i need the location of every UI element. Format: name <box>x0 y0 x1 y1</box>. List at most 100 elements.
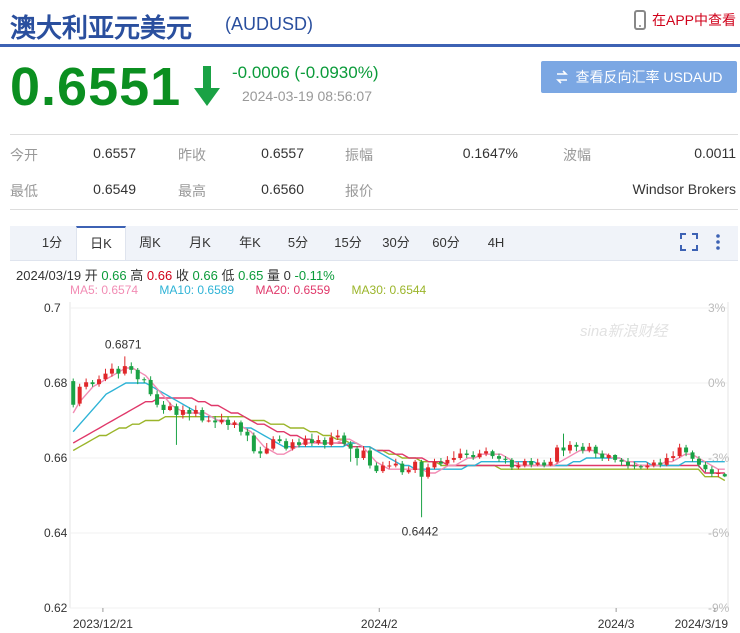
candle-body <box>116 368 121 374</box>
candle-body <box>496 456 501 459</box>
stat-value: 0.6557 <box>93 145 136 161</box>
close-label: 收 <box>175 268 189 283</box>
candle-body <box>632 465 637 467</box>
quote-timestamp: 2024-03-19 08:56:07 <box>242 88 372 104</box>
candle-body <box>251 435 256 452</box>
volume-label: 量 <box>267 268 281 283</box>
candle-body <box>413 461 418 470</box>
candle-body <box>71 381 76 405</box>
more-options-icon[interactable] <box>714 233 722 256</box>
pct-tick-label: 3% <box>708 301 726 315</box>
candle-body <box>606 455 611 458</box>
candle-body <box>109 368 114 374</box>
candle-body <box>142 379 147 381</box>
pct-tick-label: 0% <box>708 376 726 390</box>
candle-body <box>90 382 95 385</box>
open-in-app-link[interactable]: 在APP中查看 <box>633 10 736 30</box>
candle-body <box>490 451 495 457</box>
x-tick-label: 2024/3/19 <box>675 617 729 631</box>
candle-body <box>135 369 140 380</box>
candle-body <box>696 458 701 465</box>
open-in-app-label: 在APP中查看 <box>651 12 736 28</box>
stat-label: 振幅 <box>345 147 373 163</box>
candlestick-chart[interactable]: 0.7 3% 0.68 0% 0.66 -3% 0.64 -6% 0.62 -9% sina新浪财经… <box>0 296 740 633</box>
tab-5min[interactable]: 5分 <box>280 226 316 260</box>
tab-daily[interactable]: 日K <box>76 226 126 260</box>
candle-body <box>387 465 392 467</box>
pct-tick-label: -6% <box>708 526 730 540</box>
tab-30min[interactable]: 30分 <box>376 226 416 260</box>
y-tick-label: 0.64 <box>44 526 68 540</box>
candle-body <box>77 386 82 404</box>
candle-body <box>509 459 514 468</box>
candle-body <box>555 447 560 462</box>
candle-body <box>155 394 160 405</box>
y-tick-label: 0.68 <box>44 376 68 390</box>
candle-body <box>148 380 153 395</box>
period-tabs: 1分 日K 周K 月K 年K 5分 15分 30分 60分 4H <box>10 226 738 261</box>
stat-label: 今开 <box>10 147 38 163</box>
candle-body <box>374 465 379 472</box>
stat-value: 0.6560 <box>261 181 304 197</box>
x-tick-label: 2024/2 <box>361 617 398 631</box>
quote-header: 澳大利亚元美元 (AUDUSD) 在APP中查看 <box>0 0 740 47</box>
tab-15min[interactable]: 15分 <box>328 226 368 260</box>
stat-label: 报价 <box>345 183 373 199</box>
candle-body <box>167 406 172 410</box>
candle-body <box>284 441 289 449</box>
candle-body <box>335 435 340 438</box>
tab-monthly[interactable]: 月K <box>180 226 220 260</box>
candle-body <box>226 419 231 425</box>
extreme-annotation: 0.6442 <box>402 524 439 538</box>
candle-body <box>535 462 540 465</box>
stat-label: 最低 <box>10 183 38 199</box>
open-value: 0.66 <box>101 268 127 283</box>
candle-body <box>348 443 353 449</box>
tab-4h[interactable]: 4H <box>478 226 514 260</box>
candle-body <box>645 465 650 468</box>
high-label: 高 <box>130 268 144 283</box>
reverse-rate-button[interactable]: 查看反向汇率 USDAUD <box>541 61 737 93</box>
down-arrow-icon <box>194 66 220 106</box>
candle-body <box>206 420 211 422</box>
candle-body <box>722 474 727 477</box>
instrument-code: (AUDUSD) <box>225 14 313 34</box>
candle-body <box>277 439 282 442</box>
reverse-rate-label: 查看反向汇率 USDAUD <box>575 69 723 85</box>
candle-body <box>367 450 372 466</box>
stat-value: 0.0011 <box>694 145 736 161</box>
candle-body <box>626 461 631 466</box>
candle-body <box>477 453 482 458</box>
candle-body <box>400 463 405 473</box>
tab-1min[interactable]: 1分 <box>32 226 72 260</box>
candle-body <box>297 442 302 445</box>
low-label: 低 <box>221 268 235 283</box>
candle-body <box>529 461 534 465</box>
tab-yearly[interactable]: 年K <box>230 226 270 260</box>
candle-body <box>290 442 295 449</box>
candle-body <box>258 451 263 454</box>
tab-60min[interactable]: 60分 <box>426 226 466 260</box>
ma5-line <box>72 367 725 474</box>
candle-body <box>458 453 463 458</box>
candle-body <box>322 440 327 445</box>
candle-body <box>445 459 450 464</box>
candle-body <box>174 406 179 415</box>
candle-body <box>671 456 676 458</box>
watermark-text: sina新浪财经 <box>580 323 670 340</box>
y-tick-label: 0.66 <box>44 451 68 465</box>
tab-weekly[interactable]: 周K <box>130 226 170 260</box>
candle-body <box>426 467 431 477</box>
candle-body <box>355 448 360 458</box>
candle-body <box>542 462 547 466</box>
candle-body <box>716 473 721 474</box>
broker-value: Windsor Brokers <box>632 181 736 197</box>
phone-icon <box>633 10 646 30</box>
candle-body <box>361 450 366 458</box>
y-tick-label: 0.7 <box>44 301 61 315</box>
candle-body <box>580 446 585 451</box>
candle-body <box>316 440 321 443</box>
stat-label: 昨收 <box>178 147 206 163</box>
candle-body <box>84 382 89 387</box>
fullscreen-icon[interactable] <box>680 233 698 256</box>
